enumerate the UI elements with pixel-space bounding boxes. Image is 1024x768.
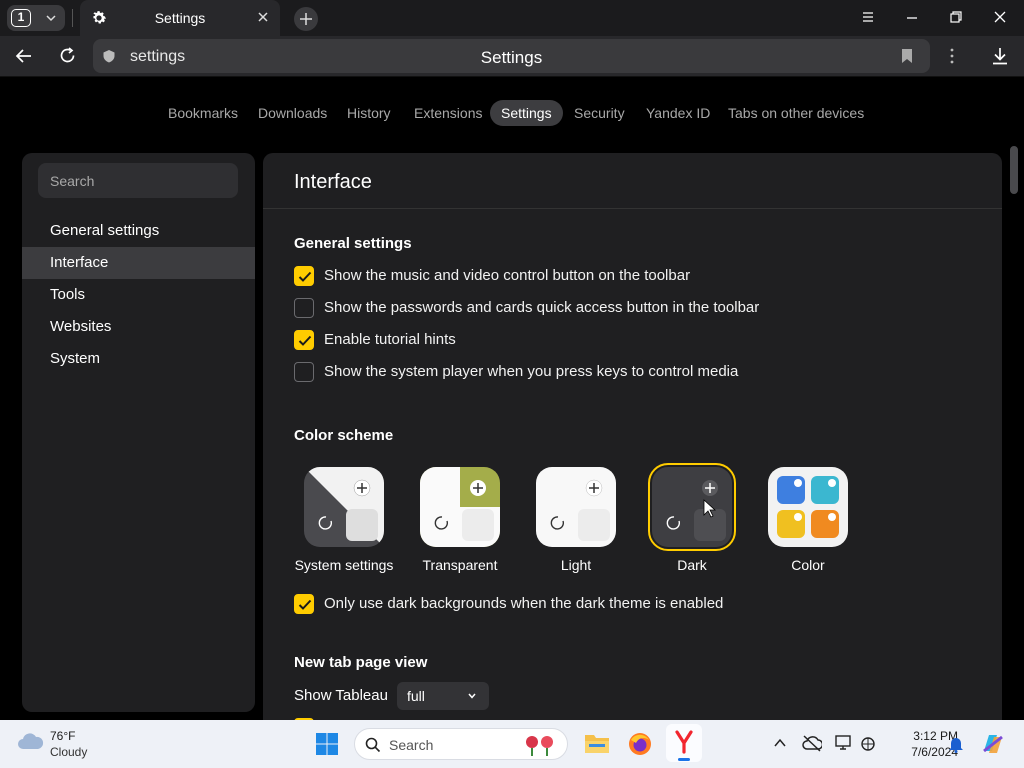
tab-count-button[interactable]: 1 xyxy=(7,5,65,31)
scheme-system-thumbnail[interactable] xyxy=(304,467,384,547)
windows-start-icon[interactable] xyxy=(315,732,339,756)
checkbox-checked[interactable] xyxy=(294,266,314,286)
clock-time: 3:12 PM xyxy=(913,729,958,743)
download-icon[interactable] xyxy=(990,46,1010,66)
scheme-light-thumbnail[interactable] xyxy=(536,467,616,547)
sidebar-item-tools[interactable]: Tools xyxy=(22,279,255,311)
show-tableau-select[interactable]: full xyxy=(397,682,489,710)
weather-temperature[interactable]: 76°F xyxy=(50,729,75,743)
browser-toolbar: settings Settings xyxy=(0,36,1024,76)
checkmark-icon xyxy=(298,335,312,346)
restore-icon[interactable] xyxy=(949,10,963,24)
yandex-browser-taskbar-button[interactable] xyxy=(666,724,702,762)
toolbar-divider xyxy=(0,76,1024,77)
scheme-label: Color xyxy=(791,557,825,573)
nav-tabs-on-other-devices[interactable]: Tabs on other devices xyxy=(728,100,864,126)
more-options-icon[interactable] xyxy=(942,46,962,66)
notification-bell-icon[interactable] xyxy=(948,735,964,753)
chevron-down-icon xyxy=(46,15,56,22)
option-label: Enable tutorial hints xyxy=(324,331,456,348)
color-scheme-heading: Color scheme xyxy=(294,427,394,444)
tab-title: Settings xyxy=(154,10,206,26)
system-scheme-icon xyxy=(304,467,384,547)
page-title: Settings xyxy=(480,48,543,67)
tab-strip: 1 Settings xyxy=(0,0,1024,36)
settings-search[interactable] xyxy=(38,163,238,198)
dark-scheme-icon xyxy=(652,467,732,547)
nav-bookmarks[interactable]: Bookmarks xyxy=(168,100,238,126)
transparent-scheme-icon xyxy=(420,467,500,547)
title-divider xyxy=(263,208,1002,209)
copilot-icon[interactable] xyxy=(980,731,1006,757)
option-label: Show the music and video control button … xyxy=(324,267,691,284)
settings-search-input[interactable] xyxy=(38,163,238,198)
checkbox-checked[interactable] xyxy=(294,594,314,614)
checkbox-checked[interactable] xyxy=(294,330,314,350)
nav-settings[interactable]: Settings xyxy=(490,100,563,126)
scrollbar-thumb[interactable] xyxy=(1010,146,1018,194)
settings-top-nav: Bookmarks Downloads History Extensions S… xyxy=(0,100,1024,128)
network-icon[interactable] xyxy=(860,736,878,752)
taskbar-search-placeholder: Search xyxy=(389,737,434,753)
scheme-transparent-thumbnail[interactable] xyxy=(420,467,500,547)
color-scheme-icon xyxy=(768,467,848,547)
cloud-sync-icon[interactable] xyxy=(802,734,822,752)
section-page-title: Interface xyxy=(294,171,372,193)
minimize-icon[interactable] xyxy=(905,10,919,24)
nav-extensions[interactable]: Extensions xyxy=(414,100,482,126)
weather-condition[interactable]: Cloudy xyxy=(50,745,87,759)
light-scheme-icon xyxy=(536,467,616,547)
flowers-icon xyxy=(526,736,553,756)
option-label: Show the system player when you press ke… xyxy=(324,363,739,380)
scheme-color-thumbnail[interactable] xyxy=(768,467,848,547)
close-tab-icon[interactable] xyxy=(256,10,270,24)
option-label: Only use dark backgrounds when the dark … xyxy=(324,595,724,612)
chevron-up-icon[interactable] xyxy=(773,737,787,749)
file-explorer-icon[interactable] xyxy=(584,732,610,754)
active-app-indicator xyxy=(678,758,690,761)
tab-count: 1 xyxy=(11,9,31,27)
checkmark-icon xyxy=(298,599,312,610)
settings-sidebar: General settings Interface Tools Website… xyxy=(22,153,255,712)
tab-settings[interactable]: Settings xyxy=(80,0,280,36)
nav-yandex-id[interactable]: Yandex ID xyxy=(646,100,710,126)
close-window-icon[interactable] xyxy=(993,10,1007,24)
sidebar-item-interface[interactable]: Interface xyxy=(22,247,255,279)
checkbox-unchecked[interactable] xyxy=(294,362,314,382)
address-bar[interactable]: settings Settings xyxy=(93,39,930,73)
tab-separator xyxy=(72,9,73,27)
nav-downloads[interactable]: Downloads xyxy=(258,100,327,126)
general-settings-heading: General settings xyxy=(294,235,412,252)
nav-history[interactable]: History xyxy=(347,100,391,126)
yandex-icon xyxy=(675,730,693,754)
menu-icon[interactable] xyxy=(861,10,875,24)
bookmark-icon[interactable] xyxy=(900,48,914,64)
show-tableau-label: Show Tableau xyxy=(294,687,388,704)
taskbar: 76°F Cloudy Search 3:12 PM 7/6/2024 xyxy=(0,720,1024,768)
chevron-down-icon xyxy=(468,693,476,699)
firefox-icon[interactable] xyxy=(627,731,653,757)
system-clock[interactable]: 3:12 PM 7/6/2024 xyxy=(880,728,958,760)
scheme-dark-thumbnail[interactable] xyxy=(648,463,736,551)
back-arrow-icon[interactable] xyxy=(14,46,34,66)
search-icon xyxy=(365,737,381,753)
select-value: full xyxy=(407,688,425,704)
sidebar-item-general-settings[interactable]: General settings xyxy=(22,215,255,247)
new-tab-heading: New tab page view xyxy=(294,654,428,671)
sidebar-item-system[interactable]: System xyxy=(22,343,255,375)
display-icon[interactable] xyxy=(834,734,854,752)
taskbar-search[interactable]: Search xyxy=(354,728,568,760)
option-label: Show the passwords and cards quick acces… xyxy=(324,299,760,316)
clock-date: 7/6/2024 xyxy=(911,745,958,759)
reload-icon[interactable] xyxy=(58,46,78,66)
settings-content: Interface General settings Show the musi… xyxy=(263,153,1002,723)
new-tab-button[interactable] xyxy=(294,7,318,31)
sidebar-item-websites[interactable]: Websites xyxy=(22,311,255,343)
checkbox-unchecked[interactable] xyxy=(294,298,314,318)
checkmark-icon xyxy=(298,271,312,282)
cloud-icon[interactable] xyxy=(16,731,44,751)
nav-security[interactable]: Security xyxy=(574,100,625,126)
plus-icon xyxy=(300,13,312,25)
